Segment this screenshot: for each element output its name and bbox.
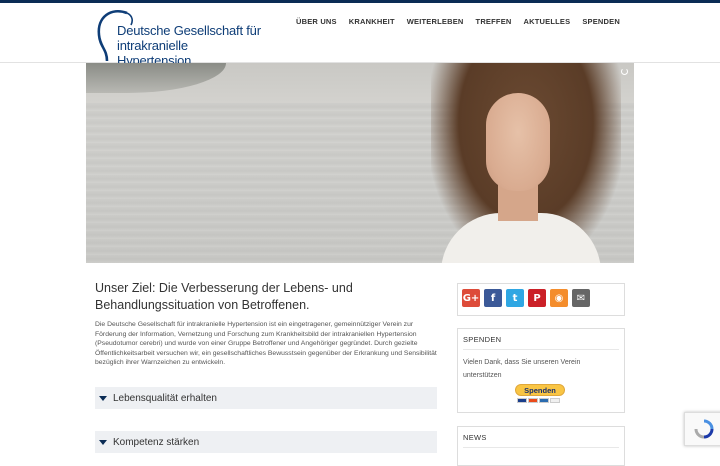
social-share-box: G+ f t P ◉ ✉ — [457, 283, 625, 316]
news-title: NEWS — [463, 433, 619, 448]
caret-down-icon — [99, 439, 107, 445]
spenden-title: SPENDEN — [463, 335, 619, 350]
page-heading: Unser Ziel: Die Verbesserung der Lebens-… — [95, 281, 353, 312]
site-header: Deutsche Gesellschaft für intrakranielle… — [0, 3, 720, 68]
payment-cards-icon — [517, 398, 560, 403]
mastercard-icon — [528, 398, 538, 403]
main-nav: ÜBER UNS KRANKHEIT WEITERLEBEN TREFFEN A… — [296, 17, 620, 26]
nav-item-krankheit[interactable]: KRANKHEIT — [349, 17, 395, 26]
email-icon[interactable]: ✉ — [572, 289, 590, 307]
news-widget: NEWS — [457, 426, 625, 466]
hero-face — [486, 93, 550, 191]
nav-item-weiterleben[interactable]: WEITERLEBEN — [407, 17, 464, 26]
accordion-label: Lebensqualität erhalten — [113, 392, 217, 404]
paypal-donate-button[interactable]: Spenden — [515, 384, 565, 396]
nav-item-aktuelles[interactable]: AKTUELLES — [524, 17, 571, 26]
loading-icon — [621, 68, 628, 75]
nav-item-treffen[interactable]: TREFFEN — [476, 17, 512, 26]
nav-item-spenden[interactable]: SPENDEN — [582, 17, 620, 26]
site-logo[interactable]: Deutsche Gesellschaft für intrakranielle… — [93, 7, 263, 68]
spenden-text: Vielen Dank, dass Sie unseren Verein unt… — [463, 359, 581, 379]
recaptcha-badge[interactable] — [684, 412, 720, 446]
recaptcha-icon — [694, 419, 714, 439]
twitter-icon[interactable]: t — [506, 289, 524, 307]
accordion-lebensqualitaet[interactable]: Lebensqualität erhalten — [95, 387, 437, 409]
spenden-widget: SPENDEN Vielen Dank, dass Sie unseren Ve… — [457, 328, 625, 413]
intro-text: Die Deutsche Gesellschaft für intrakrani… — [95, 321, 437, 367]
logo-line1: Deutsche Gesellschaft für — [117, 23, 261, 38]
hero-coastline — [86, 63, 226, 93]
googleplus-icon[interactable]: G+ — [462, 289, 480, 307]
accordion-label: Kompetenz stärken — [113, 436, 200, 448]
nav-item-ueber-uns[interactable]: ÜBER UNS — [296, 17, 337, 26]
bank-card-icon — [550, 398, 560, 403]
hero-image — [86, 63, 634, 263]
logo-text: Deutsche Gesellschaft für intrakranielle… — [117, 23, 263, 68]
visa-card-icon — [517, 398, 527, 403]
caret-down-icon — [99, 395, 107, 401]
amex-card-icon — [539, 398, 549, 403]
facebook-icon[interactable]: f — [484, 289, 502, 307]
pinterest-icon[interactable]: P — [528, 289, 546, 307]
rss-icon[interactable]: ◉ — [550, 289, 568, 307]
main-content: Unser Ziel: Die Verbesserung der Lebens-… — [95, 280, 440, 368]
